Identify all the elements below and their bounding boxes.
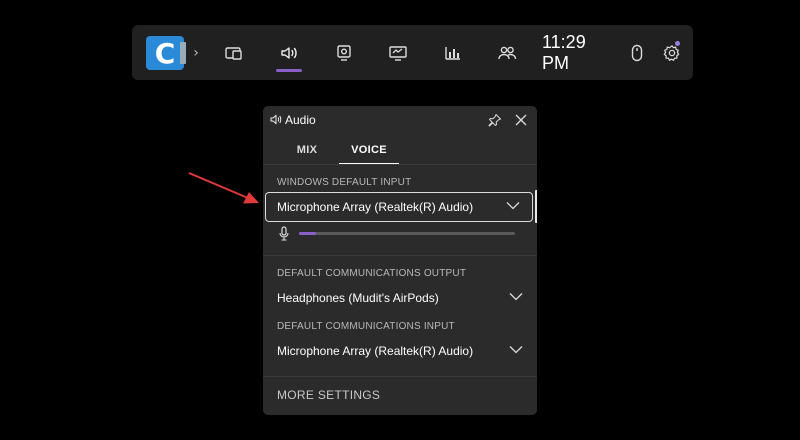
more-settings-link[interactable]: MORE SETTINGS (277, 388, 380, 402)
default-comm-output-label: DEFAULT COMMUNICATIONS OUTPUT (277, 268, 467, 279)
speaker-icon (270, 114, 282, 125)
widget-store-icon (225, 46, 242, 60)
default-comm-input-label: DEFAULT COMMUNICATIONS INPUT (277, 321, 455, 332)
clock: 11:29 PM (542, 31, 586, 73)
mouse-icon (631, 44, 643, 61)
expand-chevron-icon[interactable]: › (189, 25, 203, 80)
tab-bar: MIX VOICE (263, 136, 537, 165)
windows-default-input-label: WINDOWS DEFAULT INPUT (277, 177, 412, 188)
mouse-button[interactable] (625, 25, 649, 80)
app-icon-letter: C (154, 36, 176, 70)
capture-widget-button[interactable] (316, 25, 372, 80)
default-comm-input-dropdown[interactable]: Microphone Array (Realtek(R) Audio) (277, 337, 523, 365)
pin-button[interactable] (486, 111, 504, 129)
tab-mix[interactable]: MIX (285, 136, 329, 164)
divider (263, 376, 537, 377)
divider (263, 255, 537, 256)
dropdown-value: Microphone Array (Realtek(R) Audio) (277, 200, 474, 214)
microphone-icon (279, 226, 289, 241)
default-comm-output-dropdown[interactable]: Headphones (Mudit's AirPods) (277, 284, 523, 312)
resources-icon (445, 46, 460, 60)
settings-button[interactable] (660, 25, 684, 80)
panel-header: Audio (263, 106, 537, 134)
xbox-social-widget-button[interactable] (479, 25, 535, 80)
tab-voice-label: VOICE (351, 144, 387, 156)
meter-track (299, 232, 515, 235)
active-indicator (276, 69, 302, 72)
app-icon[interactable]: C (146, 36, 186, 70)
chevron-down-icon (509, 346, 523, 354)
chevron-down-icon (509, 293, 523, 301)
mic-level-meter (277, 226, 523, 242)
dropdown-value: Headphones (Mudit's AirPods) (277, 291, 439, 305)
dropdown-value: Microphone Array (Realtek(R) Audio) (277, 344, 474, 358)
xbox-social-icon (498, 46, 517, 59)
capture-icon (337, 44, 351, 61)
windows-default-input-dropdown[interactable]: Microphone Array (Realtek(R) Audio) (265, 190, 537, 223)
audio-widget-button[interactable] (261, 25, 317, 80)
game-bar: C › 11:29 PM (132, 25, 693, 80)
resources-widget-button[interactable] (425, 25, 481, 80)
focus-edge (535, 190, 537, 223)
audio-icon (281, 46, 297, 59)
widget-store-button[interactable] (206, 25, 262, 80)
performance-widget-button[interactable] (370, 25, 426, 80)
panel-title: Audio (285, 113, 316, 127)
divider (263, 164, 537, 165)
close-icon (515, 114, 527, 126)
audio-panel: Audio MIX VOICE WINDOWS DEFAULT INPUT Mi… (263, 106, 537, 415)
meter-fill (299, 232, 317, 235)
chevron-down-icon (506, 202, 520, 210)
notification-dot (675, 41, 680, 46)
annotation-arrow (188, 172, 259, 204)
pin-icon (488, 114, 501, 127)
settings-icon (663, 44, 680, 61)
performance-icon (389, 45, 407, 61)
tab-voice[interactable]: VOICE (339, 136, 399, 165)
close-button[interactable] (512, 111, 530, 129)
